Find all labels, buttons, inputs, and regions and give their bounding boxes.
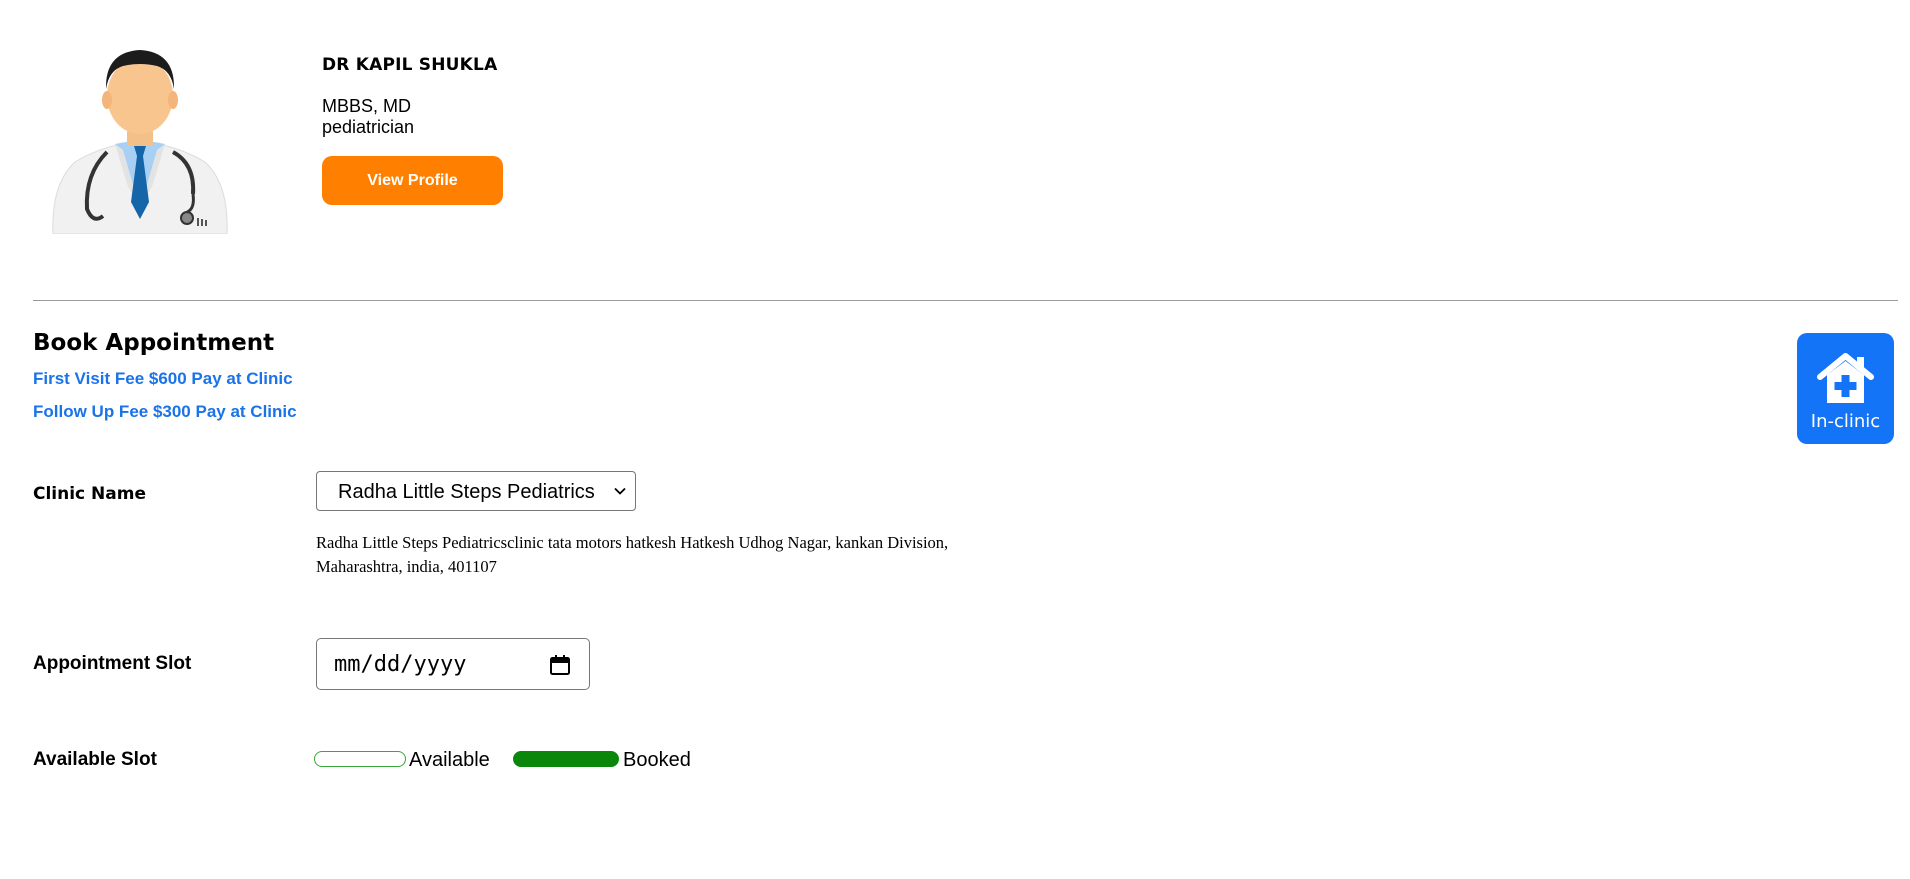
page: DR KAPIL SHUKLA MBBS, MD pediatrician Vi… [0,0,1910,879]
available-slot-label: Available Slot [33,749,157,770]
doctor-degree: MBBS, MD [322,96,412,116]
in-clinic-mode-button[interactable]: In-clinic [1797,333,1894,444]
book-appointment-title: Book Appointment [33,330,275,356]
section-divider [33,300,1898,301]
calendar-icon[interactable] [549,654,571,676]
clinic-select[interactable]: Radha Little Steps Pediatrics [316,471,636,511]
clinic-select-value: Radha Little Steps Pediatrics [338,481,595,503]
legend-available-label: Available [409,749,490,771]
legend-available-swatch [314,751,406,767]
first-visit-fee: First Visit Fee $600 Pay at Clinic [33,369,293,388]
doctor-speciality: pediatrician [322,117,415,137]
doctor-avatar-icon [45,34,235,235]
legend-booked-swatch [513,751,619,767]
follow-up-fee: Follow Up Fee $300 Pay at Clinic [33,402,297,421]
in-clinic-label: In-clinic [1810,411,1881,432]
chevron-down-icon [614,487,626,495]
house-medical-icon [1817,353,1874,403]
appointment-slot-label: Appointment Slot [33,653,192,674]
legend-booked-label: Booked [623,749,691,771]
clinic-address: Radha Little Steps Pediatricsclinic tata… [316,533,949,576]
date-placeholder: mm/dd/yyyy [334,652,467,677]
view-profile-button[interactable]: View Profile [322,156,503,205]
appointment-date-input[interactable]: mm/dd/yyyy [316,638,590,690]
clinic-name-label: Clinic Name [33,484,146,504]
doctor-name: DR KAPIL SHUKLA [322,55,498,75]
